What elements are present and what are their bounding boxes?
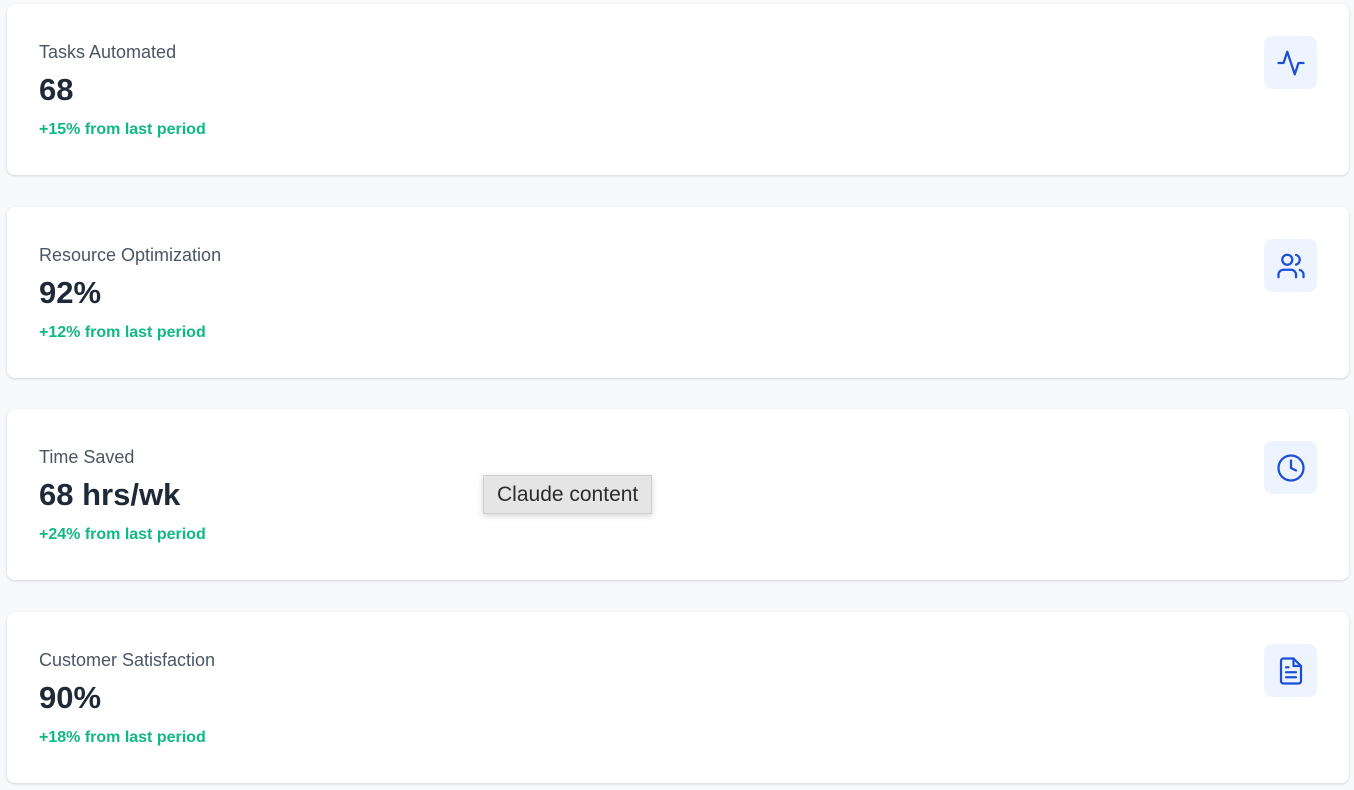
metric-label: Time Saved xyxy=(39,447,135,467)
metric-label: Tasks Automated xyxy=(39,42,177,62)
users-icon xyxy=(1264,239,1317,292)
metric-value: 90% xyxy=(39,680,102,715)
metric-card-resource-optimization: Resource Optimization 92% +12% from last… xyxy=(7,207,1349,378)
metric-change: +24% from last period xyxy=(39,526,206,543)
activity-icon xyxy=(1264,36,1317,89)
tooltip: Claude content xyxy=(483,475,653,514)
metric-value: 68 xyxy=(39,72,74,107)
metric-change: +15% from last period xyxy=(39,121,206,138)
file-text-icon xyxy=(1264,644,1317,697)
metric-change: +12% from last period xyxy=(39,324,206,341)
metric-label: Customer Satisfaction xyxy=(39,650,216,670)
metric-card-time-saved: Time Saved 68 hrs/wk +24% from last peri… xyxy=(7,409,1349,580)
metric-change: +18% from last period xyxy=(39,729,206,746)
metric-card-customer-satisfaction: Customer Satisfaction 90% +18% from last… xyxy=(7,612,1349,783)
metric-label: Resource Optimization xyxy=(39,245,222,265)
clock-icon xyxy=(1264,441,1317,494)
metric-value: 92% xyxy=(39,275,102,310)
metric-card-tasks-automated: Tasks Automated 68 +15% from last period xyxy=(7,4,1349,175)
metric-value: 68 hrs/wk xyxy=(39,477,181,512)
